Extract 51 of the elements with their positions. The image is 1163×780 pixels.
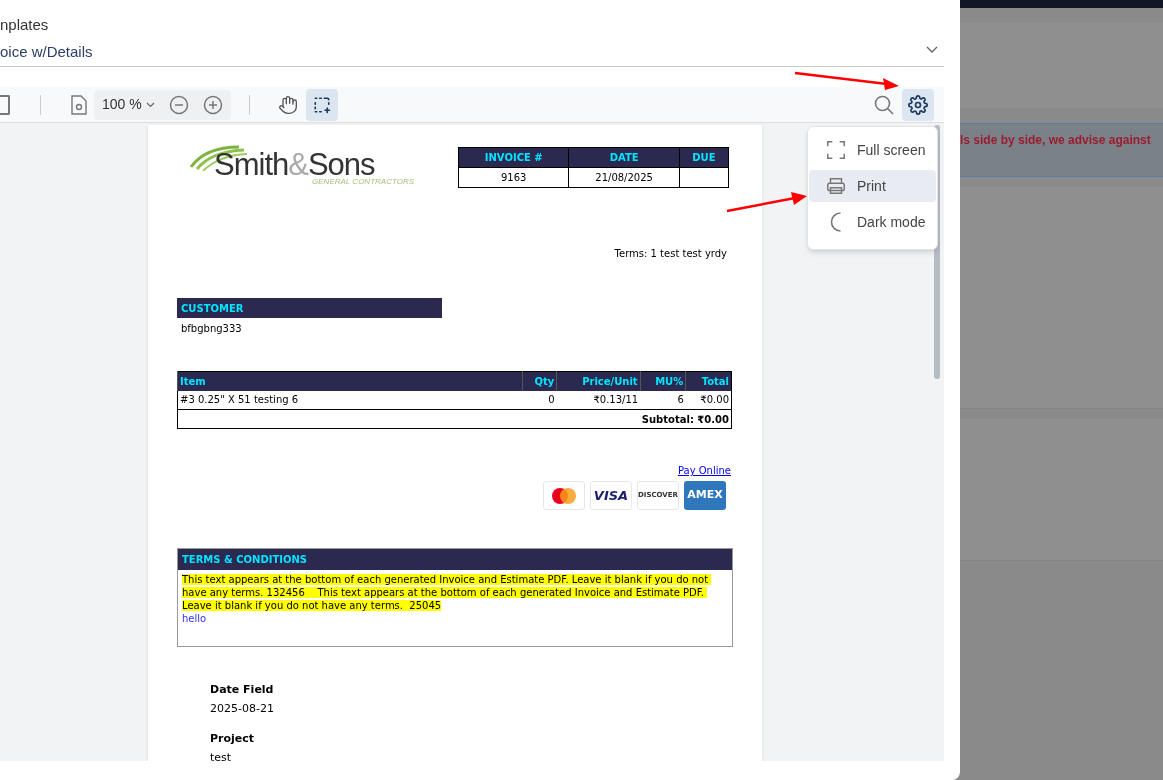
subtotal: Subtotal: ₹0.00 <box>177 409 732 429</box>
table-cell: ₹0.00 <box>685 390 732 410</box>
zoom-select[interactable]: 100 % <box>102 94 155 115</box>
table-cell: 0 <box>522 390 557 410</box>
settings-button[interactable] <box>902 88 934 121</box>
table-cell: 9163 <box>458 167 569 188</box>
visa-logo: VISA <box>590 481 632 510</box>
payment-terms: Terms: 1 test test yrdy <box>614 247 727 261</box>
menu-item[interactable]: Print <box>809 170 936 202</box>
column-header: DUE <box>679 147 729 168</box>
warning-banner: ls side by side, we advise against <box>960 123 1163 177</box>
customer-name: bfbgbng333 <box>180 322 242 336</box>
column-header: INVOICE # <box>458 147 569 168</box>
section-title: nplates <box>0 15 49 35</box>
zoom-out-icon[interactable] <box>168 94 189 115</box>
table-cell: #3 0.25" X 51 testing 6 <box>177 390 523 410</box>
mastercard-logo <box>543 481 585 510</box>
field-label: Date Field <box>210 682 274 698</box>
field-label: Project <box>210 731 255 747</box>
search-icon[interactable] <box>874 94 894 115</box>
column-header: Total <box>685 371 732 391</box>
template-select[interactable]: oice w/Details <box>0 41 944 67</box>
table-cell: ₹0.13/11 <box>556 390 641 410</box>
zoom-in-icon[interactable] <box>202 94 223 115</box>
menu-item[interactable]: Full screen <box>809 134 936 166</box>
document-settings-icon[interactable] <box>70 94 88 115</box>
settings-icon <box>908 94 928 115</box>
sidebar-toggle-icon[interactable] <box>0 94 10 115</box>
menu-item[interactable]: Dark mode <box>809 206 936 238</box>
terms-heading: TERMS & CONDITIONS <box>178 549 732 570</box>
pay-online-link[interactable]: Pay Online <box>677 463 731 478</box>
field-value: 2025-08-21 <box>210 700 274 717</box>
hand-icon <box>278 94 298 115</box>
customer-heading: CUSTOMER <box>177 298 442 318</box>
terms-link[interactable]: hello <box>178 612 211 625</box>
table-cell: 6 <box>640 390 686 410</box>
printer-icon <box>825 175 847 197</box>
tool-button[interactable] <box>306 88 338 121</box>
selection-icon <box>313 95 331 114</box>
chevron-down-icon <box>145 101 155 108</box>
column-header: Item <box>177 371 523 391</box>
field-value: test <box>210 749 232 761</box>
column-header: Qty <box>522 371 557 391</box>
chevron-down-icon <box>926 46 938 54</box>
column-header: Price/Unit <box>556 371 641 391</box>
column-header: MU% <box>640 371 686 391</box>
moon-icon <box>829 212 843 232</box>
table-cell: 21/08/2025 <box>568 167 680 188</box>
fullscreen-icon <box>825 139 847 161</box>
amex-logo: AMEX <box>684 481 726 510</box>
column-header: DATE <box>568 147 680 168</box>
